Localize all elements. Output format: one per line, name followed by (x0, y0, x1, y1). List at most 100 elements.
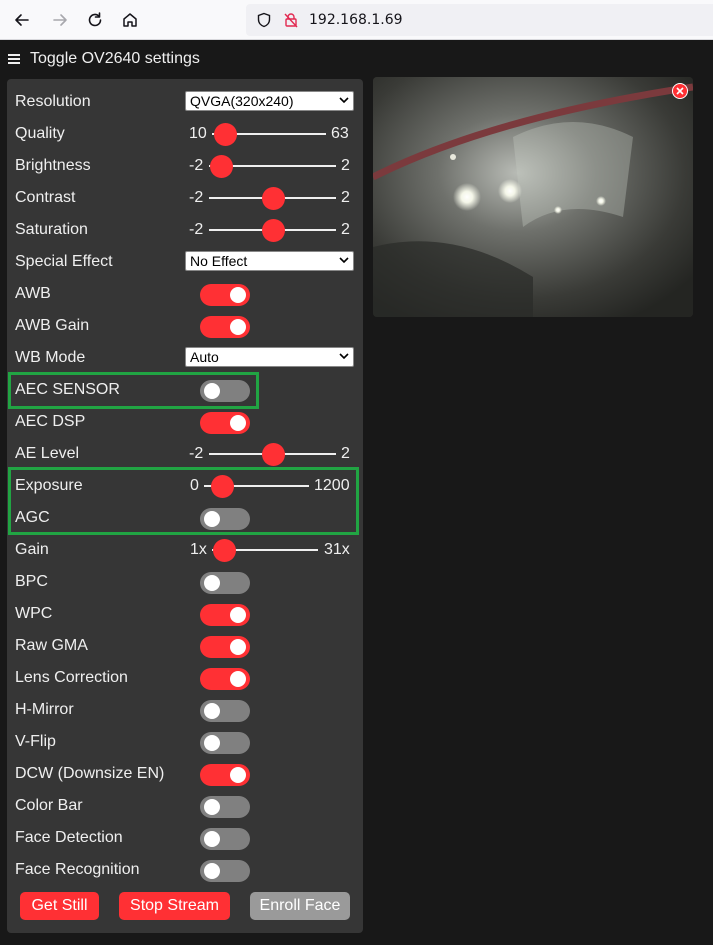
brightness-row: Brightness -2 2 (7, 150, 363, 182)
brightness-slider-thumb[interactable] (210, 155, 233, 178)
raw-gma-row: Raw GMA (7, 630, 363, 662)
wpc-row: WPC (7, 598, 363, 630)
lens-correction-row: Lens Correction (7, 662, 363, 694)
h-mirror-label: H-Mirror (15, 701, 74, 718)
contrast-row: Contrast -2 2 (7, 182, 363, 214)
toggle-knob (204, 863, 220, 879)
camera-stream (373, 77, 693, 317)
insecure-lock-icon[interactable] (283, 12, 299, 28)
dcw-toggle[interactable] (200, 764, 250, 786)
enroll-face-button[interactable]: Enroll Face (250, 892, 350, 920)
aec-dsp-toggle[interactable] (200, 412, 250, 434)
saturation-max: 2 (341, 221, 350, 238)
raw-gma-label: Raw GMA (15, 637, 88, 654)
ae-level-slider-thumb[interactable] (262, 443, 285, 466)
brightness-min: -2 (189, 157, 204, 174)
awb-gain-row: AWB Gain (7, 310, 363, 342)
bpc-toggle[interactable] (200, 572, 250, 594)
quality-min: 10 (189, 125, 207, 142)
exposure-agc-highlight (8, 467, 359, 535)
aec-dsp-label: AEC DSP (15, 413, 86, 430)
gain-max: 31x (324, 541, 350, 558)
settings-menu-toggle[interactable]: Toggle OV2640 settings (8, 50, 200, 68)
ae-level-max: 2 (341, 445, 350, 462)
color-bar-toggle[interactable] (200, 796, 250, 818)
chevron-down-icon (339, 257, 349, 264)
gain-row: Gain 1x 31x (7, 534, 363, 566)
color-bar-row: Color Bar (7, 790, 363, 822)
face-detection-row: Face Detection (7, 822, 363, 854)
toggle-knob (204, 703, 220, 719)
awb-label: AWB (15, 285, 51, 302)
wpc-toggle[interactable] (200, 604, 250, 626)
close-stream-button[interactable] (672, 83, 688, 99)
brightness-label: Brightness (15, 157, 91, 174)
toggle-knob (204, 831, 220, 847)
wpc-label: WPC (15, 605, 53, 622)
v-flip-label: V-Flip (15, 733, 56, 750)
special-effect-label: Special Effect (15, 253, 113, 270)
wb-mode-row: WB Mode Auto (7, 342, 363, 374)
resolution-select[interactable]: QVGA(320x240) (185, 91, 354, 111)
special-effect-row: Special Effect No Effect (7, 246, 363, 278)
toggle-knob (230, 415, 246, 431)
raw-gma-toggle[interactable] (200, 636, 250, 658)
v-flip-row: V-Flip (7, 726, 363, 758)
v-flip-toggle[interactable] (200, 732, 250, 754)
saturation-min: -2 (189, 221, 204, 238)
special-effect-value: No Effect (190, 253, 248, 269)
awb-gain-toggle[interactable] (200, 316, 250, 338)
forward-button[interactable] (46, 6, 74, 34)
face-detection-toggle[interactable] (200, 828, 250, 850)
special-effect-select[interactable]: No Effect (185, 251, 354, 271)
saturation-label: Saturation (15, 221, 88, 238)
bpc-row: BPC (7, 566, 363, 598)
wb-mode-select[interactable]: Auto (185, 347, 354, 367)
quality-row: Quality 10 63 (7, 118, 363, 150)
back-button[interactable] (8, 6, 36, 34)
url-bar[interactable]: 192.168.1.69 (246, 4, 713, 36)
bpc-label: BPC (15, 573, 48, 590)
toggle-knob (230, 639, 246, 655)
reload-button[interactable] (81, 6, 109, 34)
gain-slider-thumb[interactable] (213, 539, 236, 562)
menu-toggle-label: Toggle OV2640 settings (30, 50, 200, 67)
contrast-min: -2 (189, 189, 204, 206)
get-still-button[interactable]: Get Still (20, 892, 99, 920)
awb-toggle[interactable] (200, 284, 250, 306)
reload-icon (88, 12, 102, 27)
toggle-knob (230, 671, 246, 687)
back-arrow-icon (15, 14, 29, 26)
contrast-slider-thumb[interactable] (262, 187, 285, 210)
ae-level-row: AE Level -2 2 (7, 438, 363, 470)
toggle-knob (230, 287, 246, 303)
contrast-label: Contrast (15, 189, 76, 206)
resolution-label: Resolution (15, 93, 91, 110)
stop-stream-button[interactable]: Stop Stream (119, 892, 230, 920)
lens-correction-toggle[interactable] (200, 668, 250, 690)
h-mirror-toggle[interactable] (200, 700, 250, 722)
lens-correction-label: Lens Correction (15, 669, 128, 686)
toggle-knob (204, 799, 220, 815)
h-mirror-row: H-Mirror (7, 694, 363, 726)
home-button[interactable] (116, 6, 144, 34)
toggle-knob (230, 767, 246, 783)
url-text[interactable]: 192.168.1.69 (309, 12, 403, 28)
quality-label: Quality (15, 125, 65, 142)
resolution-value: QVGA(320x240) (190, 93, 294, 109)
camera-stream-image (373, 77, 693, 317)
resolution-row: Resolution QVGA(320x240) (7, 86, 363, 118)
saturation-row: Saturation -2 2 (7, 214, 363, 246)
dcw-row: DCW (Downsize EN) (7, 758, 363, 790)
wb-mode-value: Auto (190, 349, 219, 365)
awb-row: AWB (7, 278, 363, 310)
toggle-knob (230, 319, 246, 335)
quality-max: 63 (331, 125, 349, 142)
saturation-slider-thumb[interactable] (262, 219, 285, 242)
face-recognition-toggle[interactable] (200, 860, 250, 882)
ae-level-min: -2 (189, 445, 204, 462)
shield-icon[interactable] (256, 12, 272, 28)
browser-toolbar: 192.168.1.69 (0, 0, 713, 40)
quality-slider-thumb[interactable] (214, 123, 237, 146)
face-recognition-label: Face Recognition (15, 861, 140, 878)
